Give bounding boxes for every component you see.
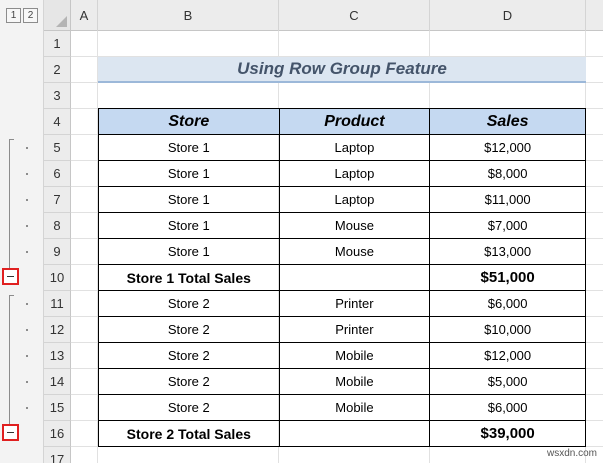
outline-detail-dot <box>26 303 28 305</box>
page-title[interactable]: Using Row Group Feature <box>98 57 586 83</box>
cell-store[interactable]: Store 2 <box>98 368 280 395</box>
outline-group-bar-store2 <box>9 295 10 431</box>
row-header[interactable]: 4 <box>44 109 71 135</box>
cell-store[interactable]: Store 1 <box>98 212 280 239</box>
sales-table: Store Product Sales Store 1 Laptop $12,000… <box>98 108 586 447</box>
cell-product[interactable]: Mouse <box>278 238 431 265</box>
cell-sales[interactable]: $8,000 <box>429 160 586 187</box>
row-header[interactable]: 1 <box>44 31 71 57</box>
cell-store[interactable]: Store 2 <box>98 316 280 343</box>
cell-product[interactable] <box>278 420 431 447</box>
table-row: Store 1 Laptop $8,000 <box>98 160 586 187</box>
cell-product[interactable]: Laptop <box>278 134 431 161</box>
row-header[interactable]: 14 <box>44 369 71 395</box>
cell-store[interactable]: Store 1 Total Sales <box>98 264 280 291</box>
column-header-a[interactable]: A <box>71 0 98 31</box>
row-header[interactable]: 16 <box>44 421 71 447</box>
row-header[interactable]: 17 <box>44 447 71 463</box>
row-header[interactable]: 7 <box>44 187 71 213</box>
cell-product[interactable]: Printer <box>278 316 431 343</box>
row-header[interactable]: 6 <box>44 161 71 187</box>
minus-icon <box>7 276 14 277</box>
table-row: Store 2 Mobile $5,000 <box>98 368 586 395</box>
cell-sales[interactable]: $51,000 <box>429 264 586 291</box>
cell-store[interactable]: Store 1 <box>98 160 280 187</box>
cell-store[interactable]: Store 2 <box>98 342 280 369</box>
row-header[interactable]: 12 <box>44 317 71 343</box>
row-header[interactable]: 13 <box>44 343 71 369</box>
table-row: Store 2 Printer $6,000 <box>98 290 586 317</box>
outline-detail-dot <box>26 199 28 201</box>
outline-group-tick <box>9 139 14 140</box>
cell-product[interactable]: Laptop <box>278 160 431 187</box>
cell-sales[interactable]: $6,000 <box>429 290 586 317</box>
table-row: Store 1 Laptop $11,000 <box>98 186 586 213</box>
cell-product[interactable]: Laptop <box>278 186 431 213</box>
outline-detail-dot <box>26 173 28 175</box>
row-header[interactable]: 10 <box>44 265 71 291</box>
cell-product[interactable]: Mobile <box>278 394 431 421</box>
outline-detail-dot <box>26 225 28 227</box>
header-store[interactable]: Store <box>98 108 280 135</box>
cell-sales[interactable]: $6,000 <box>429 394 586 421</box>
cell-sales[interactable]: $12,000 <box>429 342 586 369</box>
cell-store[interactable]: Store 1 <box>98 238 280 265</box>
minus-icon <box>7 432 14 433</box>
row-header[interactable]: 9 <box>44 239 71 265</box>
collapse-group-store1-button[interactable] <box>2 268 19 285</box>
cell-sales[interactable]: $11,000 <box>429 186 586 213</box>
cell-store[interactable]: Store 1 <box>98 134 280 161</box>
table-row: Store 1 Mouse $13,000 <box>98 238 586 265</box>
row-header[interactable]: 15 <box>44 395 71 421</box>
column-headers: A B C D <box>71 0 603 31</box>
header-sales[interactable]: Sales <box>429 108 586 135</box>
cell-product[interactable]: Mouse <box>278 212 431 239</box>
outline-area <box>0 0 44 463</box>
outline-level-2-button[interactable]: 2 <box>23 8 38 23</box>
cell-sales[interactable]: $12,000 <box>429 134 586 161</box>
row-header[interactable]: 2 <box>44 57 71 83</box>
outline-group-bar-store1 <box>9 139 10 275</box>
column-header-d[interactable]: D <box>430 0 586 31</box>
table-row: Store 2 Mobile $12,000 <box>98 342 586 369</box>
table-row: Store 1 Laptop $12,000 <box>98 134 586 161</box>
outline-detail-dot <box>26 147 28 149</box>
total-row: Store 1 Total Sales $51,000 <box>98 264 586 291</box>
cell-store[interactable]: Store 2 Total Sales <box>98 420 280 447</box>
cell-product[interactable]: Mobile <box>278 368 431 395</box>
cell-product[interactable]: Mobile <box>278 342 431 369</box>
row-header[interactable]: 8 <box>44 213 71 239</box>
cell-sales[interactable]: $13,000 <box>429 238 586 265</box>
cell-sales[interactable]: $7,000 <box>429 212 586 239</box>
cell-store[interactable]: Store 1 <box>98 186 280 213</box>
select-all-corner[interactable] <box>44 0 71 31</box>
cell-store[interactable]: Store 2 <box>98 394 280 421</box>
table-row: Store 2 Mobile $6,000 <box>98 394 586 421</box>
outline-detail-dot <box>26 407 28 409</box>
total-row: Store 2 Total Sales $39,000 <box>98 420 586 447</box>
cell-product[interactable] <box>278 264 431 291</box>
collapse-group-store2-button[interactable] <box>2 424 19 441</box>
outline-detail-dot <box>26 381 28 383</box>
watermark: wsxdn.com <box>546 448 597 459</box>
column-header-c[interactable]: C <box>279 0 430 31</box>
outline-detail-dot <box>26 329 28 331</box>
cell-sales[interactable]: $39,000 <box>429 420 586 447</box>
column-header-b[interactable]: B <box>98 0 279 31</box>
cell-store[interactable]: Store 2 <box>98 290 280 317</box>
outline-detail-dot <box>26 355 28 357</box>
row-header[interactable]: 5 <box>44 135 71 161</box>
cell-sales[interactable]: $10,000 <box>429 316 586 343</box>
outline-group-tick <box>9 295 14 296</box>
table-row: Store 1 Mouse $7,000 <box>98 212 586 239</box>
row-header[interactable]: 3 <box>44 83 71 109</box>
table-header-row: Store Product Sales <box>98 108 586 135</box>
cell-product[interactable]: Printer <box>278 290 431 317</box>
cell-sales[interactable]: $5,000 <box>429 368 586 395</box>
header-product[interactable]: Product <box>278 108 431 135</box>
table-row: Store 2 Printer $10,000 <box>98 316 586 343</box>
outline-level-1-button[interactable]: 1 <box>6 8 21 23</box>
row-header[interactable]: 11 <box>44 291 71 317</box>
outline-detail-dot <box>26 251 28 253</box>
